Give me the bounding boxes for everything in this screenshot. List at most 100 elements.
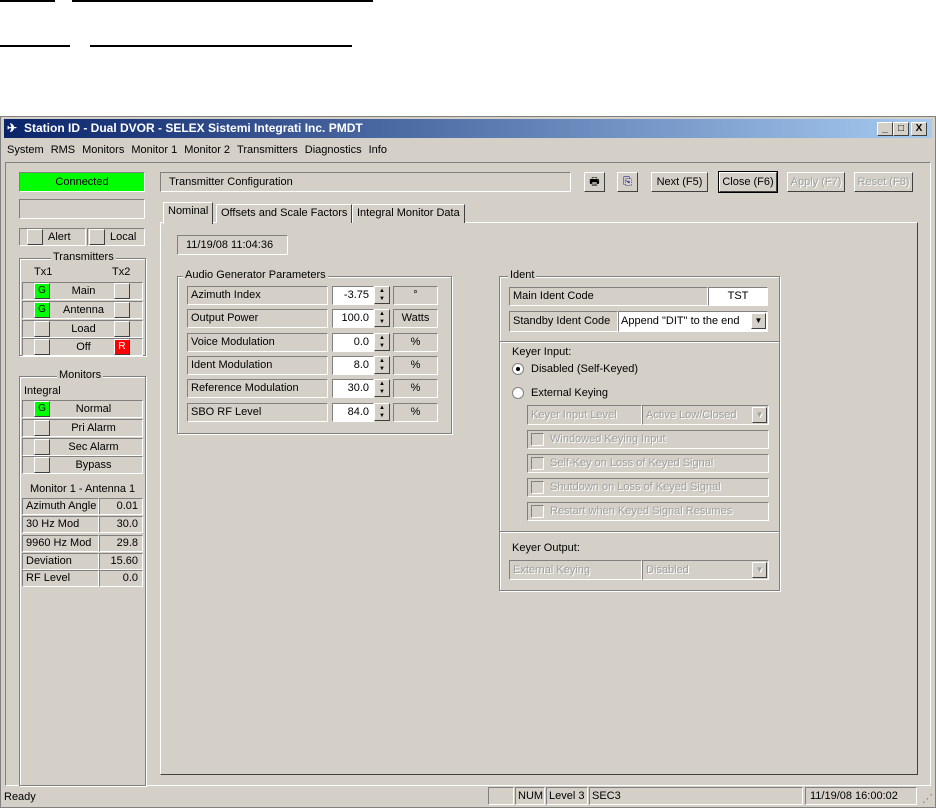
decor-line bbox=[90, 45, 352, 47]
minimize-button[interactable]: _ bbox=[877, 122, 893, 136]
monitor-status-label: Pri Alarm bbox=[71, 422, 116, 434]
spin-updown-icon[interactable]: ▲ ▼ bbox=[374, 309, 390, 328]
menu-diagnostics[interactable]: Diagnostics bbox=[305, 144, 362, 156]
chevron-down-icon[interactable]: ▼ bbox=[751, 313, 766, 329]
tx2-lamp bbox=[114, 321, 130, 337]
spin-updown-icon[interactable]: ▲ ▼ bbox=[374, 402, 390, 421]
keyer-level-value: Active Low/Closed bbox=[646, 409, 737, 421]
monitor-status-row: Bypass bbox=[22, 456, 143, 474]
audio-param-label: Voice Modulation bbox=[187, 332, 328, 352]
menu-monitor-1[interactable]: Monitor 1 bbox=[131, 144, 177, 156]
status-text: Ready bbox=[4, 791, 36, 803]
radio-disabled[interactable] bbox=[512, 363, 524, 375]
tx-row: Off R bbox=[22, 338, 143, 356]
local-label: Local bbox=[110, 231, 137, 243]
audio-param-unit: % bbox=[393, 332, 438, 352]
copy-button[interactable]: ⎘ bbox=[617, 172, 638, 192]
menu-monitor-2[interactable]: Monitor 2 bbox=[184, 144, 230, 156]
monitor-value: 29.8 bbox=[99, 535, 143, 552]
radio-external[interactable] bbox=[512, 387, 524, 399]
monitor-value: 15.60 bbox=[99, 553, 143, 570]
menu-transmitters[interactable]: Transmitters bbox=[237, 144, 298, 156]
keyer-output-label: Keyer Output: bbox=[512, 542, 580, 554]
audio-param-unit: % bbox=[393, 402, 438, 422]
keyer-output-select[interactable]: Disabled ▼ bbox=[642, 560, 769, 580]
status-num: NUM bbox=[515, 787, 545, 805]
spin-updown-icon[interactable]: ▲ ▼ bbox=[374, 355, 390, 374]
audio-param-unit: ° bbox=[393, 286, 438, 305]
tx2-lamp bbox=[114, 283, 130, 299]
integral-label: Integral bbox=[24, 385, 61, 397]
monitor-value: 30.0 bbox=[99, 516, 143, 533]
checkbox-box[interactable] bbox=[531, 433, 544, 446]
tab-nominal[interactable]: Nominal bbox=[163, 202, 214, 224]
tx1-label: Tx1 bbox=[34, 266, 53, 278]
transmitters-title: Transmitters bbox=[51, 251, 116, 263]
title-bar: ✈ Station ID - Dual DVOR - SELEX Sistemi… bbox=[4, 119, 932, 138]
audio-param-label: Ident Modulation bbox=[187, 355, 328, 375]
page-title: Transmitter Configuration bbox=[160, 172, 571, 192]
checkbox-box[interactable] bbox=[531, 481, 544, 494]
audio-param-unit: Watts bbox=[393, 309, 438, 329]
tab-integral-monitor-data[interactable]: Integral Monitor Data bbox=[352, 204, 465, 223]
reset-button[interactable]: Reset (F8) bbox=[854, 172, 913, 192]
chevron-down-icon[interactable]: ▼ bbox=[752, 407, 767, 423]
audio-param-input[interactable]: 8.0 bbox=[332, 355, 374, 375]
copy-icon: ⎘ bbox=[623, 176, 632, 188]
keyer-input-level-select[interactable]: Active Low/Closed ▼ bbox=[642, 405, 769, 425]
keyer-checkbox[interactable]: Self-Key on Loss of Keyed Signal bbox=[527, 454, 769, 473]
monitor-value-label: RF Level bbox=[22, 570, 99, 587]
tx-row: Load bbox=[22, 320, 143, 338]
monitor-value-label: 9960 Hz Mod bbox=[22, 535, 99, 552]
checkbox-box[interactable] bbox=[531, 505, 544, 518]
menu-monitors[interactable]: Monitors bbox=[82, 144, 124, 156]
alert-label: Alert bbox=[48, 231, 71, 243]
message-box bbox=[19, 199, 145, 219]
maximize-button[interactable]: □ bbox=[893, 122, 909, 136]
menu-info[interactable]: Info bbox=[369, 144, 387, 156]
keyer-input-label: Keyer Input: bbox=[512, 346, 572, 358]
chevron-down-icon[interactable]: ▼ bbox=[752, 562, 767, 578]
timestamp: 11/19/08 11:04:36 bbox=[177, 235, 288, 255]
checkbox-label: Self-Key on Loss of Keyed Signal bbox=[550, 457, 714, 469]
monitor-value-label: Deviation bbox=[22, 553, 99, 570]
tab-offsets[interactable]: Offsets and Scale Factors bbox=[216, 204, 353, 223]
spin-updown-icon[interactable]: ▲ ▼ bbox=[374, 332, 390, 351]
monitor-value: 0.01 bbox=[99, 498, 143, 515]
standby-ident-value: Append "DIT" to the end bbox=[621, 315, 740, 327]
standby-ident-select[interactable]: Append "DIT" to the end ▼ bbox=[618, 311, 768, 332]
radio-disabled-label: Disabled (Self-Keyed) bbox=[531, 363, 638, 375]
audio-param-unit: % bbox=[393, 355, 438, 375]
resize-grip-icon[interactable]: ⋰ bbox=[922, 792, 933, 805]
keyer-checkbox[interactable]: Shutdown on Loss of Keyed Signal bbox=[527, 478, 769, 497]
audio-param-input[interactable]: 100.0 bbox=[332, 309, 374, 329]
tx2-lamp: R bbox=[114, 339, 130, 355]
close-window-button[interactable]: X bbox=[911, 122, 927, 136]
status-blank bbox=[488, 787, 514, 805]
main-ident-label: Main Ident Code bbox=[509, 287, 708, 306]
printer-icon: 🖶 bbox=[589, 176, 600, 188]
audio-param-input[interactable]: 84.0 bbox=[332, 402, 374, 422]
audio-param-input[interactable]: -3.75 bbox=[332, 286, 374, 305]
divider bbox=[500, 341, 779, 343]
window-title: Station ID - Dual DVOR - SELEX Sistemi I… bbox=[24, 121, 363, 135]
audio-param-input[interactable]: 30.0 bbox=[332, 379, 374, 399]
standby-ident-label: Standby Ident Code bbox=[509, 311, 618, 332]
keyer-checkbox[interactable]: Restart when Keyed Signal Resumes bbox=[527, 502, 769, 521]
next-button[interactable]: Next (F5) bbox=[651, 172, 708, 192]
menu-rms[interactable]: RMS bbox=[51, 144, 75, 156]
apply-button[interactable]: Apply (F7) bbox=[787, 172, 845, 192]
checkbox-box[interactable] bbox=[531, 457, 544, 470]
monitor-status-label: Bypass bbox=[75, 459, 112, 471]
print-button[interactable]: 🖶 bbox=[584, 172, 605, 192]
monitor-status-label: Sec Alarm bbox=[68, 441, 119, 453]
audio-param-label: Output Power bbox=[187, 309, 328, 329]
spin-updown-icon[interactable]: ▲ ▼ bbox=[374, 286, 390, 304]
close-button[interactable]: Close (F6) bbox=[718, 171, 778, 193]
audio-param-input[interactable]: 0.0 bbox=[332, 332, 374, 352]
keyer-checkbox[interactable]: Windowed Keying Input bbox=[527, 430, 769, 449]
main-ident-input[interactable]: TST bbox=[708, 287, 768, 306]
menu-system[interactable]: System bbox=[7, 144, 44, 156]
monitors-title: Monitors bbox=[57, 369, 104, 381]
spin-updown-icon[interactable]: ▲ ▼ bbox=[374, 379, 390, 398]
